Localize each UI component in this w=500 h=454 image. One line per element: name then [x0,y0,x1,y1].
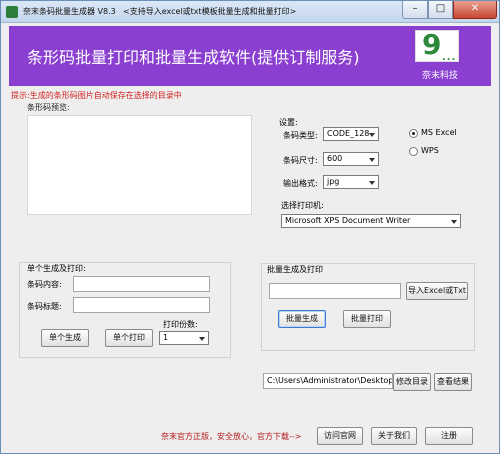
visit-website-button[interactable]: 访问官网 [317,427,363,445]
maximize-icon: □ [435,3,446,14]
chevron-down-icon [369,181,375,185]
settings-label: 设置: [279,118,298,127]
about-us-button[interactable]: 关于我们 [371,427,417,445]
import-file-button[interactable]: 导入Excel或Txt [406,282,468,300]
minimize-icon: – [412,3,418,14]
ms-excel-label: MS Excel [421,128,457,137]
barcode-content-label: 条码内容: [27,280,62,289]
logo-nine-icon: 9 [422,28,442,61]
ms-excel-radio[interactable] [409,129,418,138]
barcode-title-input[interactable] [73,297,210,313]
close-button[interactable]: ✕ [453,1,497,19]
chevron-down-icon [369,133,375,137]
output-format-select[interactable]: jpg [323,175,379,189]
printer-value: Microsoft XPS Document Writer [285,216,411,225]
company-name: 奈末科技 [421,71,458,81]
print-copies-select[interactable]: 1 [159,331,209,345]
printer-label: 选择打印机: [281,201,324,210]
save-notice: 提示:生成的条形码图片自动保存在选择的目录中 [11,91,182,100]
output-format-label: 输出格式: [283,179,318,188]
batch-group [261,263,475,351]
chevron-down-icon [199,337,205,341]
batch-generate-button[interactable]: 批量生成 [278,310,326,328]
close-icon: ✕ [470,3,480,14]
output-format-value: jpg [327,177,340,186]
barcode-size-select[interactable]: 600 [323,152,379,166]
batch-group-label: 批量生成及打印 [267,265,323,274]
batch-file-input[interactable] [269,283,401,299]
title-bar: 奈末条码批量生成器 V8.3 <支持导入excel或txt模板批量生成和批量打印… [1,1,499,23]
chevron-down-icon [369,158,375,162]
chevron-down-icon [451,220,457,224]
barcode-preview-area [27,115,252,215]
logo-dots-icon: ... [442,52,457,63]
printer-select[interactable]: Microsoft XPS Document Writer [281,214,461,228]
single-print-button[interactable]: 单个打印 [105,329,153,347]
single-group-label: 单个生成及打印: [27,264,86,273]
barcode-type-select[interactable]: CODE_128 [323,127,379,141]
register-button[interactable]: 注册 [425,427,473,445]
barcode-title-label: 条码标题: [27,302,62,311]
barcode-size-value: 600 [327,154,343,163]
banner-title: 条形码批量打印和批量生成软件(提供订制服务) [27,48,360,67]
window-title-hint: <支持导入excel或txt模板批量生成和批量打印> [123,7,297,16]
batch-print-button[interactable]: 批量打印 [343,310,391,328]
view-results-button[interactable]: 查看结果 [434,373,472,391]
app-icon [6,6,18,18]
maximize-button[interactable]: □ [428,1,453,19]
single-generate-button[interactable]: 单个生成 [41,329,89,347]
minimize-button[interactable]: – [402,1,428,19]
promo-text: 奈末官方正版，安全放心，官方下载--> [161,432,302,441]
print-copies-label: 打印份数: [163,320,198,329]
wps-label: WPS [421,146,439,155]
barcode-content-input[interactable] [73,276,210,292]
barcode-type-value: CODE_128 [327,129,370,138]
barcode-type-label: 条码类型: [283,131,318,140]
wps-radio[interactable] [409,147,418,156]
change-directory-button[interactable]: 修改目录 [393,373,431,391]
output-directory-input[interactable]: C:\Users\Administrator\Desktop [263,373,393,389]
preview-label: 条形码预览: [27,103,70,112]
header-banner: 条形码批量打印和批量生成软件(提供订制服务) 9 ... 奈末科技 [9,26,491,86]
app-window: 奈末条码批量生成器 V8.3 <支持导入excel或txt模板批量生成和批量打印… [0,0,500,454]
print-copies-value: 1 [163,333,169,342]
barcode-size-label: 条码尺寸: [283,156,318,165]
company-logo: 9 ... [415,28,459,63]
window-title: 奈末条码批量生成器 V8.3 [23,7,116,16]
